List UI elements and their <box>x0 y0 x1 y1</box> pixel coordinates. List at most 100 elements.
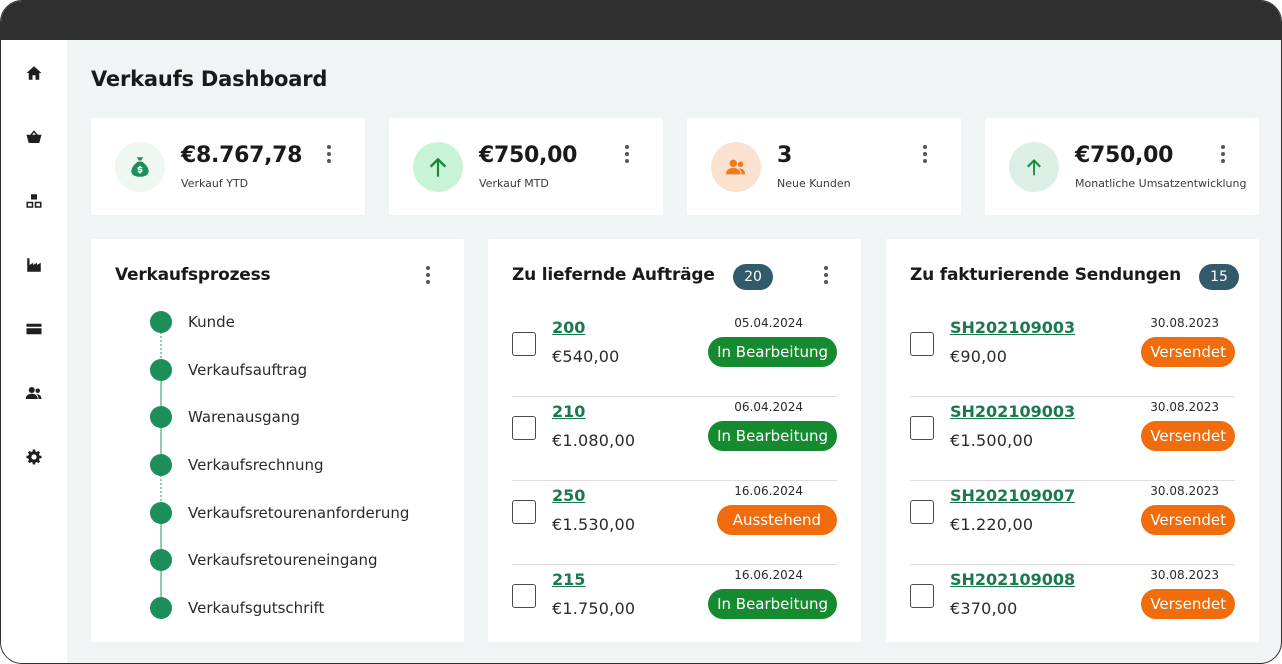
factory-icon[interactable] <box>23 254 45 276</box>
status-badge[interactable]: Versendet <box>1141 589 1235 619</box>
shipments-panel: Zu fakturierende Sendungen 15 SH20210900… <box>886 239 1259 642</box>
kpi-value: €8.767,78 <box>181 143 303 168</box>
people-icon <box>725 159 746 175</box>
money-bag-icon <box>131 157 149 177</box>
order-link[interactable]: 215 <box>552 570 585 589</box>
shipment-link[interactable]: SH202109003 <box>950 318 1075 337</box>
order-link[interactable]: 250 <box>552 486 585 505</box>
row-checkbox[interactable] <box>512 584 536 608</box>
kpi-value: €750,00 <box>1075 143 1174 168</box>
status-badge[interactable]: Versendet <box>1141 505 1235 535</box>
kpi-icon-circle <box>115 142 165 192</box>
row-checkbox[interactable] <box>910 332 934 356</box>
more-options-icon[interactable] <box>421 264 435 286</box>
list-item: SH202109007 €1.220,00 30.08.2023 Versend… <box>910 481 1235 565</box>
kpi-icon-circle <box>711 142 761 192</box>
shipment-amount: €1.500,00 <box>950 431 1034 450</box>
count-badge: 20 <box>733 264 773 290</box>
kpi-value: 3 <box>777 143 793 168</box>
row-checkbox[interactable] <box>910 500 934 524</box>
step-dot <box>150 502 172 524</box>
kpi-card-new-customers: 3 Neue Kunden <box>687 118 961 215</box>
order-date: 16.06.2024 <box>734 568 803 582</box>
step-dot <box>150 359 172 381</box>
row-checkbox[interactable] <box>512 332 536 356</box>
step-dot <box>150 549 172 571</box>
shipment-link[interactable]: SH202109007 <box>950 486 1075 505</box>
kpi-label: Neue Kunden <box>777 177 851 190</box>
status-badge[interactable]: Ausstehend <box>716 505 837 535</box>
more-options-icon[interactable] <box>322 143 336 165</box>
row-checkbox[interactable] <box>910 584 934 608</box>
step-return-request[interactable]: Verkaufsretourenanforderung <box>188 504 409 522</box>
sidebar <box>1 40 67 663</box>
more-options-icon[interactable] <box>918 143 932 165</box>
row-checkbox[interactable] <box>910 416 934 440</box>
panel-title: Verkaufsprozess <box>115 265 271 285</box>
kpi-card-sales-ytd: €8.767,78 Verkauf YTD <box>91 118 365 215</box>
order-date: 16.06.2024 <box>734 484 803 498</box>
window-titlebar <box>1 1 1281 40</box>
boxes-icon[interactable] <box>23 190 45 212</box>
step-sales-invoice[interactable]: Verkaufsrechnung <box>188 456 324 474</box>
list-item: 250 €1.530,00 16.06.2024 Ausstehend <box>512 481 837 565</box>
list-item: SH202109003 €1.500,00 30.08.2023 Versend… <box>910 397 1235 481</box>
shipment-link[interactable]: SH202109008 <box>950 570 1075 589</box>
shipment-date: 30.08.2023 <box>1150 568 1219 582</box>
shipment-amount: €1.220,00 <box>950 515 1034 534</box>
order-amount: €1.530,00 <box>552 515 636 534</box>
step-sales-order[interactable]: Verkaufsauftrag <box>188 361 307 379</box>
list-item: 200 €540,00 05.04.2024 In Bearbeitung <box>512 313 837 397</box>
app-window: Verkaufs Dashboard €8.767,78 Verkauf YTD… <box>0 0 1282 664</box>
count-badge: 15 <box>1199 264 1239 290</box>
order-link[interactable]: 210 <box>552 402 585 421</box>
status-badge[interactable]: In Bearbeitung <box>708 337 837 367</box>
step-credit-note[interactable]: Verkaufsgutschrift <box>188 599 324 617</box>
row-checkbox[interactable] <box>512 416 536 440</box>
kpi-label: Verkauf YTD <box>181 177 249 190</box>
basket-icon[interactable] <box>23 126 45 148</box>
kpi-card-monthly-trend: €750,00 Monatliche Umsatzentwicklung <box>985 118 1259 215</box>
row-checkbox[interactable] <box>512 500 536 524</box>
shipment-date: 30.08.2023 <box>1150 400 1219 414</box>
kpi-label: Verkauf MTD <box>479 177 549 190</box>
home-icon[interactable] <box>23 62 45 84</box>
gear-icon[interactable] <box>23 446 45 468</box>
more-options-icon[interactable] <box>1216 143 1230 165</box>
step-goods-issue[interactable]: Warenausgang <box>188 408 300 426</box>
order-link[interactable]: 200 <box>552 318 585 337</box>
orders-panel: Zu liefernde Aufträge 20 200 €540,00 05.… <box>488 239 861 642</box>
more-options-icon[interactable] <box>620 143 634 165</box>
status-badge[interactable]: In Bearbeitung <box>708 421 837 451</box>
order-amount: €540,00 <box>552 347 620 366</box>
shipment-amount: €90,00 <box>950 347 1008 366</box>
step-dot <box>150 311 172 333</box>
kpi-card-sales-mtd: €750,00 Verkauf MTD <box>389 118 663 215</box>
order-date: 06.04.2024 <box>734 400 803 414</box>
card-icon[interactable] <box>23 318 45 340</box>
list-item: SH202109008 €370,00 30.08.2023 Versendet <box>910 565 1235 649</box>
shipment-amount: €370,00 <box>950 599 1018 618</box>
kpi-label: Monatliche Umsatzentwicklung <box>1075 177 1247 190</box>
shipment-date: 30.08.2023 <box>1150 484 1219 498</box>
shipment-date: 30.08.2023 <box>1150 316 1219 330</box>
page-title: Verkaufs Dashboard <box>91 67 328 91</box>
status-badge[interactable]: Versendet <box>1141 421 1235 451</box>
step-customer[interactable]: Kunde <box>188 313 235 331</box>
step-dot <box>150 597 172 619</box>
list-item: 210 €1.080,00 06.04.2024 In Bearbeitung <box>512 397 837 481</box>
arrow-up-icon <box>429 157 447 177</box>
people-icon[interactable] <box>23 382 45 404</box>
panel-title: Zu fakturierende Sendungen <box>910 265 1181 285</box>
status-badge[interactable]: Versendet <box>1141 337 1235 367</box>
panel-title: Zu liefernde Aufträge <box>512 265 715 285</box>
step-dot <box>150 454 172 476</box>
order-amount: €1.750,00 <box>552 599 636 618</box>
kpi-value: €750,00 <box>479 143 578 168</box>
kpi-icon-circle <box>413 142 463 192</box>
sales-process-panel: Verkaufsprozess Kunde Verkaufsauftrag Wa… <box>91 239 464 642</box>
step-return-receipt[interactable]: Verkaufsretoureneingang <box>188 551 378 569</box>
status-badge[interactable]: In Bearbeitung <box>708 589 837 619</box>
shipment-link[interactable]: SH202109003 <box>950 402 1075 421</box>
more-options-icon[interactable] <box>819 264 833 286</box>
